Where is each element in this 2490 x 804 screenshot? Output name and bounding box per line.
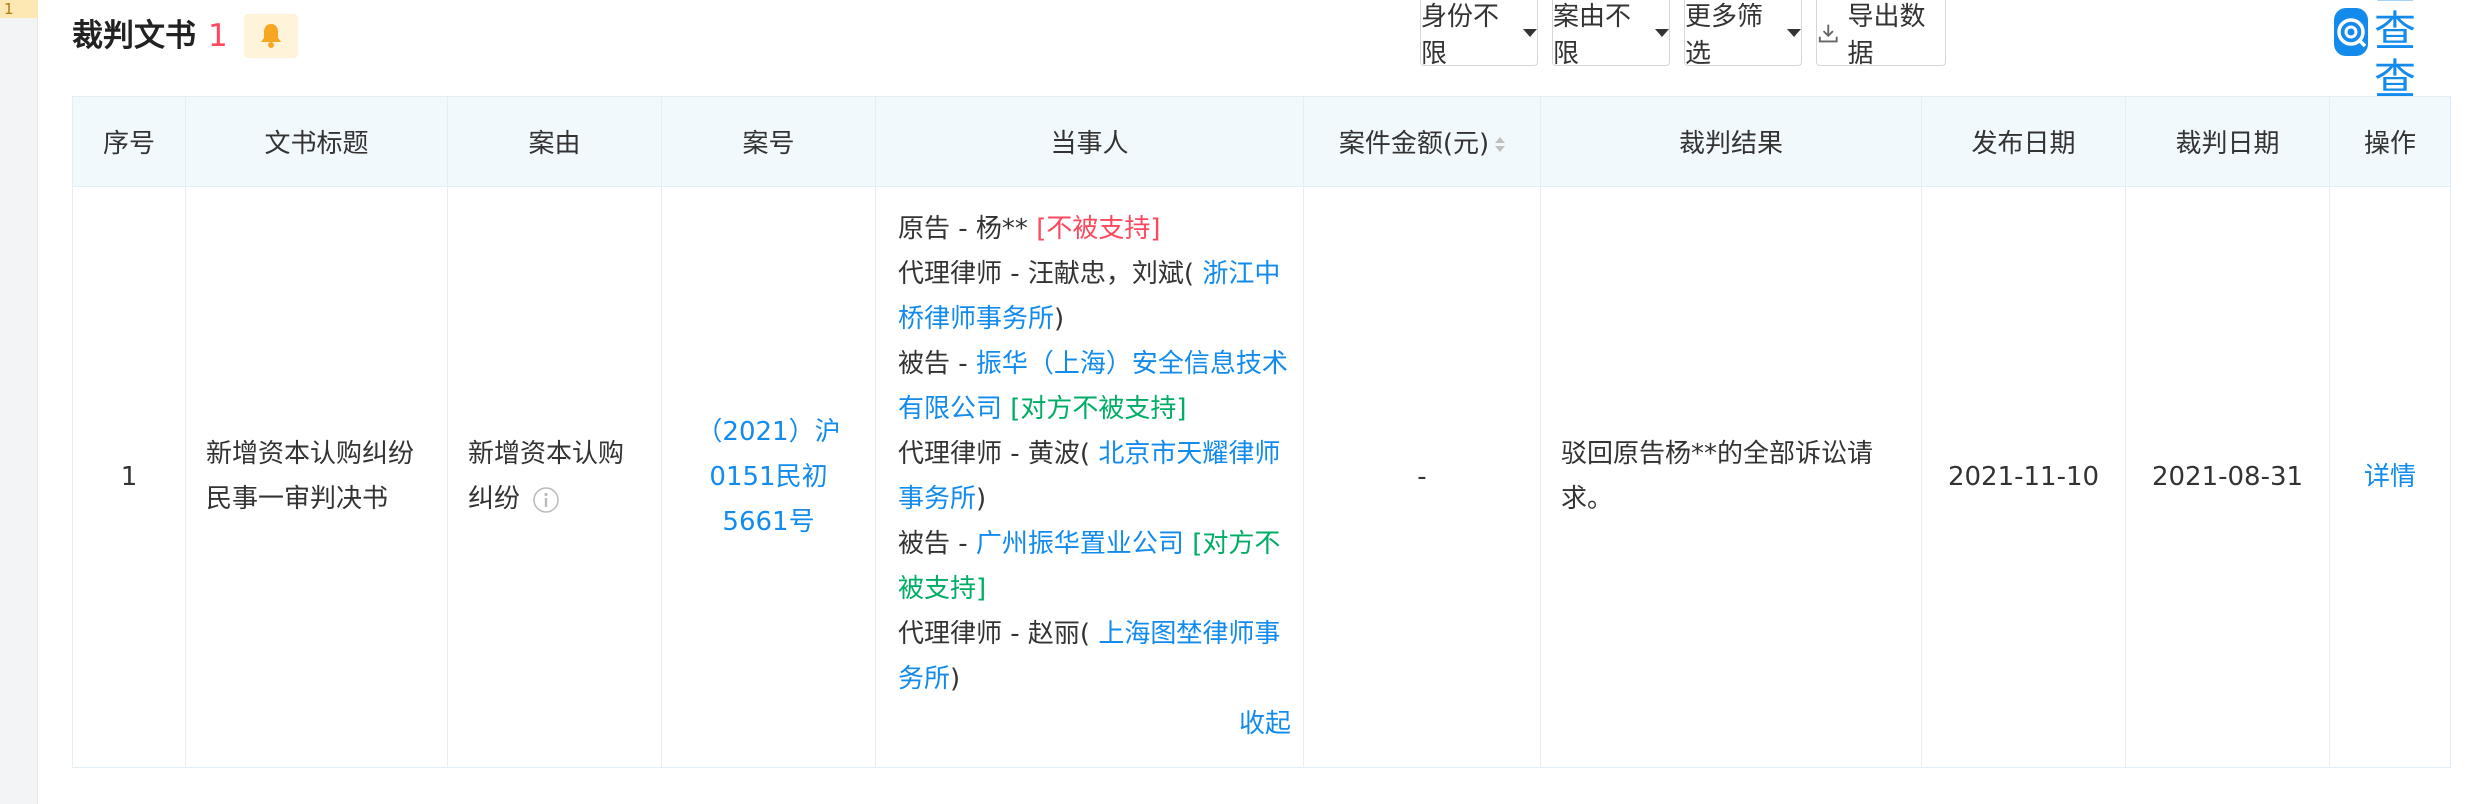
party-role: 被告 - [898,349,976,379]
col-header-judgment-date: 裁判日期 [2125,96,2330,187]
case-number-link[interactable]: （2021）沪0151民初5661号 [696,417,840,537]
brand-name: 企查查 [2374,0,2418,104]
table-row: 1 新增资本认购纠纷民事一审判决书 新增资本认购纠纷 （2021）沪0151民初… [72,186,2451,768]
corner-tag: 1 [0,0,38,18]
more-filter-button[interactable]: 更多筛选 [1684,0,1802,69]
lawyer-names: 黄波( [1027,439,1091,469]
sort-icon[interactable] [1495,137,1506,152]
col-header-doc-title: 文书标题 [185,96,448,187]
cause-filter-button[interactable]: 案由不限 [1552,0,1670,69]
lawyer-role: 代理律师 - [898,619,1028,649]
col-header-amount[interactable]: 案件金额(元) [1303,96,1541,187]
party-role: 原告 - [898,214,976,244]
close-paren: ) [1054,304,1065,334]
close-paren: ) [950,664,961,694]
party-defendant-1-lawyer: 代理律师 - 黄波( 北京市天耀律师事务所) [898,432,1291,522]
section-count: 1 [208,18,228,54]
identity-filter-button[interactable]: 身份不限 [1420,0,1538,69]
close-paren: ) [976,484,987,514]
export-data-button[interactable]: 导出数据 [1816,0,1946,69]
col-header-index: 序号 [72,96,186,187]
cell-parties: 原告 - 杨** [不被支持] 代理律师 - 汪献忠，刘斌( 浙江中桥律师事务所… [875,186,1304,768]
section-header: 裁判文书 1 身份不限 案由不限 更多筛选 导出数据 企查 [72,0,2450,104]
col-header-cause: 案由 [447,96,662,187]
identity-filter-label: 身份不限 [1421,1,1500,69]
table-header-row: 序号 文书标题 案由 案号 当事人 案件金额(元) 裁判结果 发布日期 裁判日期… [72,96,2451,187]
cause-filter-label: 案由不限 [1553,1,1632,69]
subscribe-bell-button[interactable] [244,14,298,58]
brand-logo: 企查查 [2334,0,2450,104]
lawyer-role: 代理律师 - [898,439,1028,469]
chevron-down-icon [1787,28,1801,37]
bell-icon [261,24,281,48]
section-title: 裁判文书 [72,18,196,54]
cell-doc-title: 新增资本认购纠纷民事一审判决书 [185,186,448,768]
download-icon [1818,24,1838,42]
chevron-down-icon [1655,28,1669,37]
party-role: 被告 - [898,529,976,559]
cell-amount: - [1303,186,1541,768]
party-name: 杨** [975,214,1028,244]
cell-judgment-date: 2021-08-31 [2125,186,2330,768]
col-header-amount-label: 案件金额(元) [1338,129,1490,159]
col-header-publish-date: 发布日期 [1921,96,2126,187]
party-status: [对方不被支持] [1010,394,1187,424]
col-header-case-no: 案号 [661,96,876,187]
col-header-parties: 当事人 [875,96,1304,187]
lawyer-role: 代理律师 - [898,259,1028,289]
cell-cause: 新增资本认购纠纷 [447,186,662,768]
detail-link[interactable]: 详情 [2364,462,2416,492]
party-plaintiff: 原告 - 杨** [不被支持] [898,207,1291,252]
export-data-label: 导出数据 [1847,1,1926,69]
party-status: [不被支持] [1036,214,1161,244]
lawyer-names: 赵丽( [1027,619,1091,649]
chevron-down-icon [1523,28,1537,37]
company-link[interactable]: 广州振华置业公司 [976,529,1184,559]
col-header-action: 操作 [2329,96,2451,187]
party-defendant-2-lawyer: 代理律师 - 赵丽( 上海图埜律师事务所) [898,612,1291,702]
left-edge-strip: 1 [0,0,38,804]
brand-logo-icon [2334,8,2368,56]
party-plaintiff-lawyer: 代理律师 - 汪献忠，刘斌( 浙江中桥律师事务所) [898,252,1291,342]
party-defendant-1: 被告 - 振华（上海）安全信息技术有限公司 [对方不被支持] [898,342,1291,432]
cell-result: 驳回原告杨**的全部诉讼请求。 [1540,186,1922,768]
cell-action: 详情 [2329,186,2451,768]
lawyer-names: 汪献忠，刘斌( [1027,259,1195,289]
cell-publish-date: 2021-11-10 [1921,186,2126,768]
judgment-documents-table: 序号 文书标题 案由 案号 当事人 案件金额(元) 裁判结果 发布日期 裁判日期… [72,96,2451,768]
collapse-link[interactable]: 收起 [898,702,1291,747]
party-defendant-2: 被告 - 广州振华置业公司 [对方不被支持] [898,522,1291,612]
info-icon[interactable] [532,486,560,514]
more-filter-label: 更多筛选 [1685,1,1764,69]
cell-index: 1 [72,186,186,768]
col-header-result: 裁判结果 [1540,96,1922,187]
cell-case-no: （2021）沪0151民初5661号 [661,186,876,768]
